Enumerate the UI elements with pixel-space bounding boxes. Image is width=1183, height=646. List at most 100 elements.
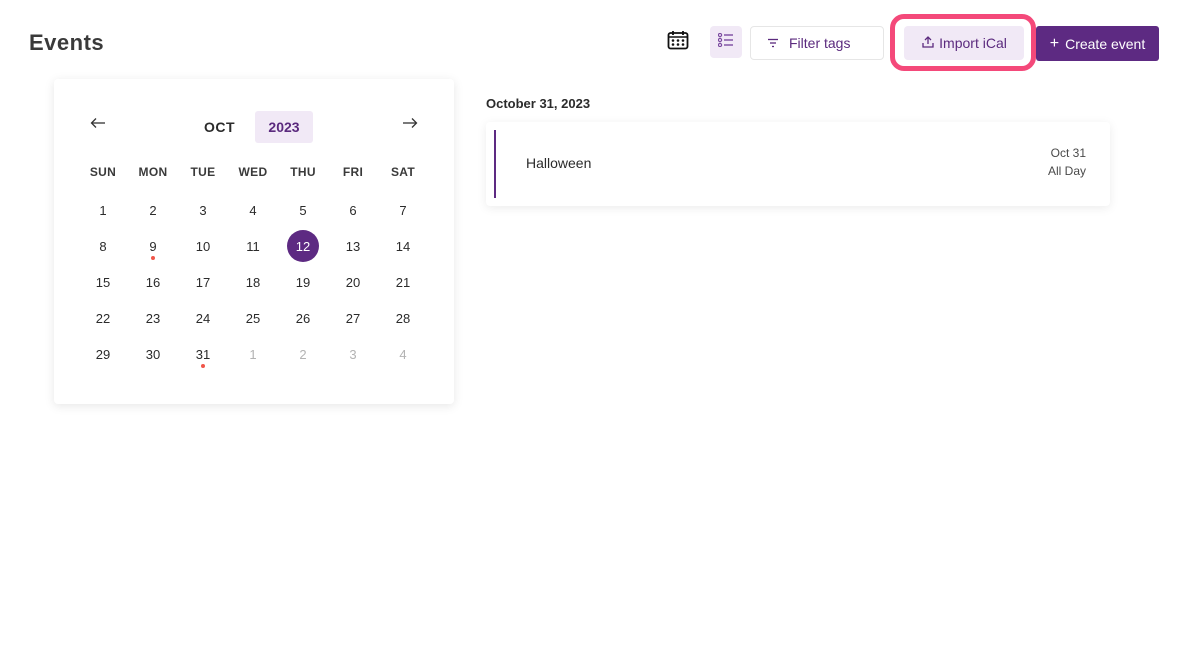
calendar-day[interactable]: 18 <box>228 264 278 300</box>
list-view-button[interactable] <box>710 26 742 58</box>
calendar-day[interactable]: 22 <box>78 300 128 336</box>
weekday-label: TUE <box>190 165 216 179</box>
calendar-day-number: 16 <box>145 274 161 290</box>
calendar-day[interactable]: 27 <box>328 300 378 336</box>
calendar-day[interactable]: 23 <box>128 300 178 336</box>
calendar-day[interactable]: 1 <box>228 336 278 372</box>
event-indicator-dot <box>151 256 155 260</box>
calendar-day-number: 14 <box>395 238 411 254</box>
calendar-day[interactable]: 26 <box>278 300 328 336</box>
event-card[interactable]: Halloween Oct 31 All Day <box>486 122 1110 206</box>
import-ical-label: Import iCal <box>939 35 1007 51</box>
calendar-day-number: 30 <box>145 346 161 362</box>
filter-tags-button[interactable]: Filter tags <box>750 26 884 60</box>
calendar-day[interactable]: 30 <box>128 336 178 372</box>
weekday-label: FRI <box>342 165 364 179</box>
calendar-day-number: 3 <box>349 346 357 362</box>
month-label[interactable]: OCT <box>204 119 235 135</box>
calendar-card: OCT 2023 SUN MON TUE WED THU FRI SAT 123… <box>54 79 454 404</box>
calendar-day-number: 15 <box>95 274 111 290</box>
calendar-day-number: 28 <box>395 310 411 326</box>
weekday-label: THU <box>290 165 316 179</box>
calendar-day[interactable]: 4 <box>378 336 428 372</box>
arrow-right-icon <box>402 116 418 134</box>
upload-icon <box>921 35 935 52</box>
calendar-day-number: 2 <box>149 202 157 218</box>
calendar-day-number: 21 <box>395 274 411 290</box>
calendar-day-number: 12 <box>287 230 319 262</box>
filter-icon <box>767 35 779 51</box>
calendar-view-button[interactable] <box>662 26 694 58</box>
calendar-day[interactable]: 16 <box>128 264 178 300</box>
calendar-day-number: 1 <box>249 346 257 362</box>
previous-month-button[interactable] <box>88 117 108 133</box>
weekday-label: SUN <box>89 165 117 179</box>
calendar-day-number: 5 <box>299 202 307 218</box>
calendar-day-number: 4 <box>399 346 407 362</box>
calendar-day[interactable]: 4 <box>228 192 278 228</box>
weekday-header: SUN MON TUE WED THU FRI SAT <box>78 165 428 179</box>
calendar-day[interactable]: 17 <box>178 264 228 300</box>
next-month-button[interactable] <box>400 117 420 133</box>
event-indicator-dot <box>201 364 205 368</box>
arrow-left-icon <box>90 116 106 134</box>
calendar-day-number: 11 <box>246 238 260 254</box>
list-icon <box>717 32 734 52</box>
calendar-day[interactable]: 13 <box>328 228 378 264</box>
calendar-day-number: 25 <box>245 310 261 326</box>
calendar-day[interactable]: 9 <box>128 228 178 264</box>
calendar-day-number: 2 <box>299 346 307 362</box>
calendar-day[interactable]: 14 <box>378 228 428 264</box>
calendar-day-number: 8 <box>99 238 107 254</box>
calendar-day-selected[interactable]: 12 <box>278 228 328 264</box>
calendar-day[interactable]: 3 <box>328 336 378 372</box>
import-ical-button[interactable]: Import iCal <box>904 26 1024 60</box>
calendar-day[interactable]: 11 <box>228 228 278 264</box>
calendar-day[interactable]: 1 <box>78 192 128 228</box>
calendar-day-number: 27 <box>345 310 361 326</box>
calendar-day[interactable]: 28 <box>378 300 428 336</box>
calendar-day[interactable]: 7 <box>378 192 428 228</box>
calendar-day[interactable]: 25 <box>228 300 278 336</box>
calendar-day-number: 18 <box>245 274 261 290</box>
calendar-day[interactable]: 20 <box>328 264 378 300</box>
calendar-day-number: 1 <box>99 202 107 218</box>
weekday-label: WED <box>238 165 268 179</box>
calendar-day[interactable]: 2 <box>128 192 178 228</box>
calendar-day[interactable]: 31 <box>178 336 228 372</box>
calendar-day[interactable]: 24 <box>178 300 228 336</box>
calendar-day[interactable]: 19 <box>278 264 328 300</box>
create-event-button[interactable]: + Create event <box>1036 26 1159 61</box>
calendar-day-number: 24 <box>195 310 211 326</box>
calendar-day[interactable]: 10 <box>178 228 228 264</box>
plus-icon: + <box>1049 34 1060 52</box>
calendar-day[interactable]: 29 <box>78 336 128 372</box>
calendar-day[interactable]: 3 <box>178 192 228 228</box>
filter-tags-label: Filter tags <box>789 35 851 51</box>
calendar-day-number: 19 <box>295 274 311 290</box>
calendar-day[interactable]: 2 <box>278 336 328 372</box>
calendar-day-number: 20 <box>345 274 361 290</box>
event-date-heading: October 31, 2023 <box>486 96 591 111</box>
event-time: All Day <box>1047 164 1086 178</box>
calendar-days-grid: 1 2 3 4 5 6 7 8 9 10 11 12 13 14 15 16 17 18 19 20 21 22 23 24 2… <box>78 192 428 372</box>
calendar-day-number: 23 <box>145 310 161 326</box>
calendar-day[interactable]: 21 <box>378 264 428 300</box>
calendar-day-number: 10 <box>195 238 211 254</box>
calendar-day-number: 22 <box>95 310 111 326</box>
event-accent-bar <box>494 130 496 198</box>
calendar-day[interactable]: 8 <box>78 228 128 264</box>
calendar-day[interactable]: 6 <box>328 192 378 228</box>
weekday-label: SAT <box>390 165 415 179</box>
calendar-day-number: 17 <box>195 274 211 290</box>
year-label[interactable]: 2023 <box>255 111 313 143</box>
calendar-day-number: 29 <box>95 346 111 362</box>
calendar-day[interactable]: 15 <box>78 264 128 300</box>
calendar-day-number: 6 <box>349 202 357 218</box>
create-event-label: Create event <box>1065 35 1146 52</box>
weekday-label: MON <box>138 165 168 179</box>
calendar-day[interactable]: 5 <box>278 192 328 228</box>
calendar-day-number: 7 <box>399 202 407 218</box>
calendar-grid-icon <box>667 30 689 55</box>
event-title: Halloween <box>526 155 592 171</box>
